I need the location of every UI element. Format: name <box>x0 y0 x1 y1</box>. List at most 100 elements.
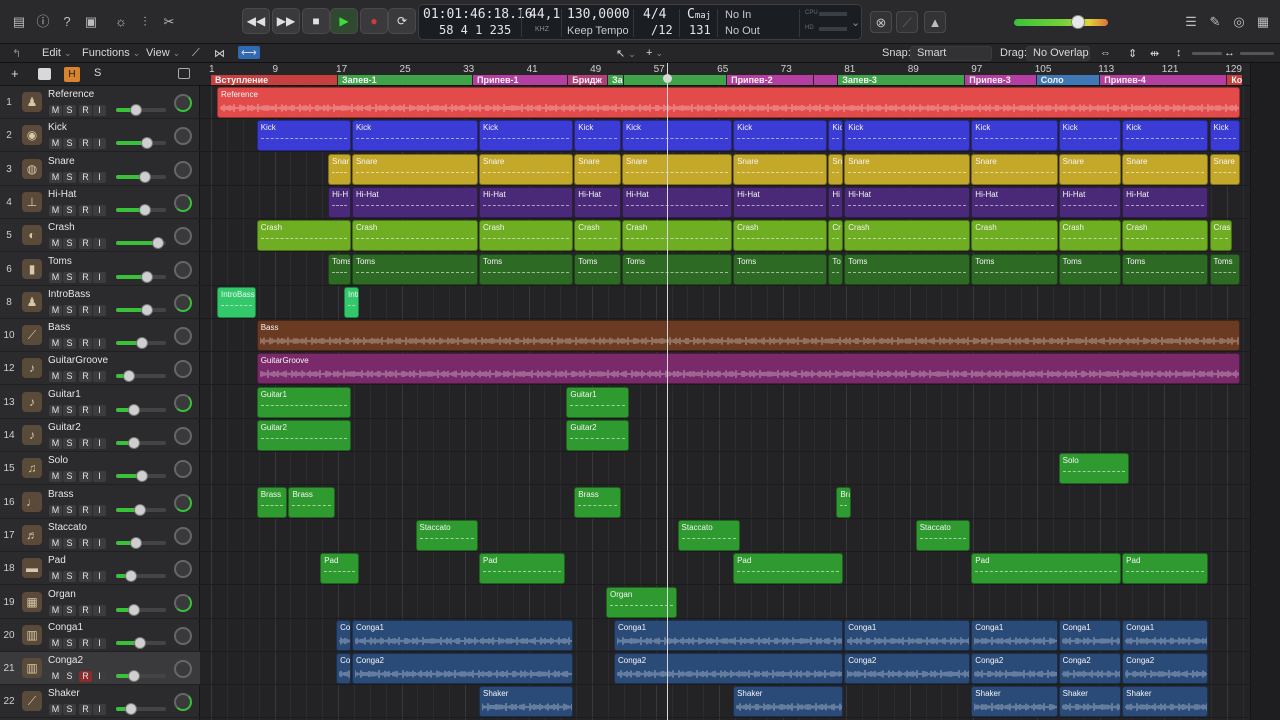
midi-region[interactable]: Pad <box>971 553 1122 585</box>
midi-region[interactable]: Pad <box>479 553 566 585</box>
inspector-icon[interactable]: ⓘ <box>32 11 54 33</box>
volume-fader-knob[interactable] <box>136 337 149 350</box>
volume-fader[interactable] <box>116 203 166 216</box>
cycle-button[interactable]: ⟳ <box>388 8 416 34</box>
track-lane[interactable]: Crash Crash Crash Crash Crash Crash Cr Crash Cra… <box>200 219 1250 253</box>
midi-region[interactable]: Cr <box>828 220 844 252</box>
pan-knob[interactable] <box>174 227 192 246</box>
midi-region[interactable]: Toms <box>1122 253 1209 285</box>
volume-fader-knob[interactable] <box>134 636 147 649</box>
volume-fader[interactable] <box>116 170 166 183</box>
volume-fader-knob[interactable] <box>125 703 138 716</box>
audio-region[interactable]: Conga2 <box>1058 653 1122 685</box>
midi-region[interactable]: Snar <box>328 153 351 185</box>
mute-button[interactable]: M <box>49 571 62 583</box>
volume-fader-knob[interactable] <box>140 303 153 316</box>
marker[interactable]: Запев-2 <box>608 75 623 85</box>
duplicate-track-icon[interactable] <box>38 68 51 80</box>
input-monitor-button[interactable]: I <box>93 371 106 383</box>
edit-menu[interactable]: Edit ⌄ <box>42 47 72 59</box>
solo-button[interactable]: S <box>63 471 76 483</box>
track-lane[interactable]: Kick Kick Kick Kick Kick Kick Kic Kick Kick Kick K… <box>200 119 1250 153</box>
pan-knob[interactable] <box>174 193 192 212</box>
volume-fader-knob[interactable] <box>138 203 151 216</box>
pan-knob[interactable] <box>174 593 192 612</box>
waveform-zoom-icon[interactable]: ⇔ <box>1100 47 1111 59</box>
track-header[interactable]: 15 ♫ Solo M S R I <box>0 452 200 486</box>
volume-fader[interactable] <box>116 337 166 350</box>
marker[interactable]: Запев-3 <box>838 75 965 85</box>
solo-button[interactable]: S <box>63 671 76 683</box>
record-enable-button[interactable]: R <box>79 304 92 316</box>
global-tracks-icon[interactable] <box>178 68 190 79</box>
bass-icon[interactable]: ⟋ <box>22 325 42 346</box>
track-header[interactable]: 22 ⟋ Shaker M S R I <box>0 685 200 719</box>
solo-button[interactable]: S <box>63 238 76 250</box>
marker[interactable]: Кода <box>1227 75 1243 85</box>
midi-region[interactable]: Snare <box>621 153 733 185</box>
audio-region[interactable]: Co <box>336 619 351 651</box>
solo-button[interactable]: S <box>63 105 76 116</box>
pan-knob[interactable] <box>174 127 192 146</box>
solo-button[interactable]: S <box>63 138 76 150</box>
track-name[interactable]: Toms <box>48 256 72 267</box>
track-name[interactable]: Conga1 <box>48 622 83 633</box>
horizontal-zoom-icon[interactable]: ↔ <box>1224 47 1235 59</box>
solo-button[interactable]: S <box>63 338 76 350</box>
pointer-tool-icon[interactable]: ↖ ⌄ <box>616 47 636 60</box>
marker[interactable]: Припев-1 <box>473 75 568 85</box>
solo-button[interactable]: S <box>63 271 76 283</box>
violin-icon[interactable]: ♬ <box>22 524 42 545</box>
pan-knob[interactable] <box>174 393 192 412</box>
marker[interactable]: Припев-2 <box>727 75 814 85</box>
track-name[interactable]: Solo <box>48 455 68 466</box>
play-button[interactable]: ▶ <box>330 8 358 34</box>
midi-region[interactable]: Hi <box>828 186 844 218</box>
track-lane[interactable]: GuitarGroove <box>200 352 1250 386</box>
record-enable-button[interactable]: R <box>79 338 92 350</box>
pan-knob[interactable] <box>174 626 192 645</box>
input-monitor-button[interactable]: I <box>93 404 106 416</box>
midi-region[interactable]: Crash <box>351 220 478 252</box>
record-enable-button[interactable]: R <box>79 238 92 250</box>
track-header[interactable]: 16 ♩ Brass M S R I <box>0 486 200 519</box>
solo-button[interactable]: S <box>63 171 76 183</box>
solo-button[interactable]: S <box>63 371 76 383</box>
volume-fader-knob[interactable] <box>134 503 147 516</box>
midi-region[interactable]: Toms <box>971 253 1058 285</box>
volume-fader[interactable] <box>116 270 166 283</box>
view-menu[interactable]: View ⌄ <box>146 47 180 59</box>
lcd-dropdown-icon[interactable]: ⌄ <box>851 16 860 29</box>
midi-region[interactable]: Staccato <box>415 519 479 551</box>
midi-region[interactable]: Kic <box>828 120 844 152</box>
record-enable-button[interactable]: R <box>79 204 92 216</box>
midi-region[interactable]: Toms <box>574 253 621 285</box>
track-header[interactable]: 18 ▬ Pad M S R I <box>0 552 200 586</box>
volume-fader[interactable] <box>116 536 166 549</box>
track-header[interactable]: 17 ♬ Staccato M S R I <box>0 519 200 552</box>
browser-icon[interactable]: ▦ <box>1252 11 1274 33</box>
track-name[interactable]: Reference <box>48 89 94 100</box>
midi-region[interactable]: Toms <box>733 253 828 285</box>
record-enable-button[interactable]: R <box>79 604 92 616</box>
midi-region[interactable]: Crash <box>256 220 351 252</box>
track-name[interactable]: Shaker <box>48 688 80 699</box>
track-header[interactable]: 6 ▮ Toms M S R I <box>0 253 200 286</box>
tuner-icon[interactable]: ⟋ <box>896 11 918 33</box>
midi-region[interactable]: Brass <box>256 486 288 518</box>
input-monitor-button[interactable]: I <box>93 671 106 683</box>
metronome-icon[interactable]: ▲ <box>924 11 946 33</box>
track-name[interactable]: Crash <box>48 222 75 233</box>
audio-region[interactable]: GuitarGroove <box>256 353 1241 385</box>
person-icon[interactable]: ♟ <box>22 92 42 112</box>
volume-fader[interactable] <box>116 703 166 716</box>
hihat-icon[interactable]: ⊥ <box>22 191 42 212</box>
midi-region[interactable]: Guitar1 <box>566 386 629 418</box>
midi-region[interactable]: Snare <box>574 153 621 185</box>
replace-mode-icon[interactable]: ⊗ <box>870 11 892 33</box>
rewind-button[interactable]: ◀◀ <box>242 8 270 34</box>
record-enable-button[interactable]: R <box>79 571 92 583</box>
pan-knob[interactable] <box>174 160 192 179</box>
midi-region[interactable]: Toms <box>621 253 733 285</box>
volume-fader-knob[interactable] <box>127 403 140 416</box>
